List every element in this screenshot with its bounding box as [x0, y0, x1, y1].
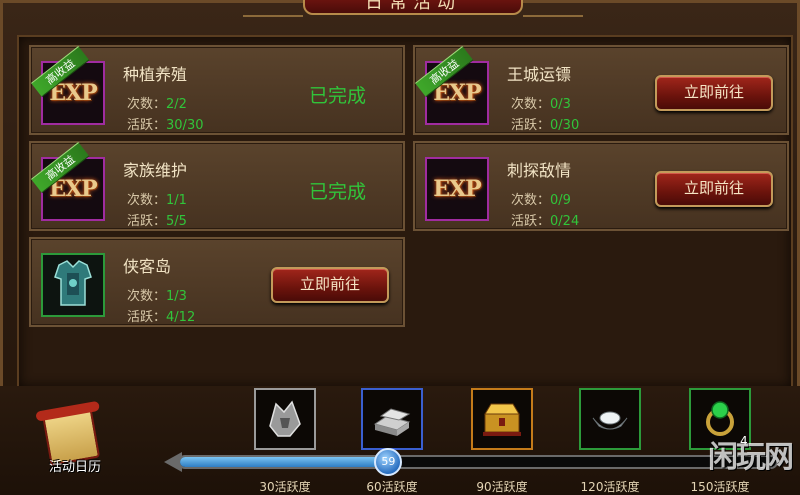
go-now-button[interactable]: 立即前往 — [655, 171, 773, 207]
reward-threshold-label: 60活跃度 — [366, 480, 418, 494]
activity-name: 侠客岛 — [123, 257, 172, 276]
activity-name: 家族维护 — [123, 161, 188, 180]
activity-active: 活跃：4/12 — [127, 310, 196, 325]
title-decoration — [243, 3, 303, 17]
activity-card: 侠客岛 次数：1/3 活跃：4/12 立即前往 — [29, 237, 405, 327]
activity-card: EXP 高收益 家族维护 次数：1/1 活跃：5/5 已完成 — [29, 141, 405, 231]
completed-status: 已完成 — [309, 181, 367, 203]
activity-count: 次数：2/2 — [127, 97, 187, 112]
silver-ingot-icon[interactable] — [579, 388, 641, 450]
exp-icon: EXP — [425, 157, 489, 221]
activity-active: 活跃：30/30 — [127, 118, 204, 133]
window-title: 日常活动 — [303, 0, 523, 15]
activity-card: EXP 刺探敌情 次数：0/9 活跃：0/24 立即前往 — [413, 141, 789, 231]
calendar-label: 活动日历 — [48, 460, 101, 475]
activity-count: 次数：0/3 — [511, 97, 571, 112]
activity-count: 次数：1/3 — [127, 289, 187, 304]
activity-progress-bar — [178, 455, 778, 469]
activity-name: 种植养殖 — [123, 65, 188, 84]
activity-list-panel: EXP 高收益 种植养殖 次数：2/2 活跃：30/30 已完成 EXP 高收益… — [17, 35, 793, 389]
completed-status: 已完成 — [309, 85, 367, 107]
activity-active: 活跃：0/30 — [511, 118, 580, 133]
activity-active: 活跃：0/24 — [511, 214, 580, 229]
go-now-button[interactable]: 立即前往 — [271, 267, 389, 303]
activity-count: 次数：1/1 — [127, 193, 187, 208]
activity-card: EXP 高收益 王城运镖 次数：0/3 活跃：0/30 立即前往 — [413, 45, 789, 135]
activity-name: 刺探敌情 — [507, 161, 572, 180]
treasure-chest-icon[interactable] — [471, 388, 533, 450]
title-decoration — [523, 3, 583, 17]
site-watermark: 闲玩网 — [708, 440, 794, 475]
silver-bars-icon[interactable] — [361, 388, 423, 450]
armor-icon — [41, 253, 105, 317]
reward-threshold-label: 150活跃度 — [690, 480, 750, 494]
crest-icon[interactable] — [254, 388, 316, 450]
progress-fill — [180, 457, 391, 467]
activity-count: 次数：0/9 — [511, 193, 571, 208]
activity-calendar-button[interactable]: 活动日历 — [36, 404, 114, 484]
go-now-button[interactable]: 立即前往 — [655, 75, 773, 111]
reward-threshold-label: 30活跃度 — [259, 480, 311, 494]
activity-card: EXP 高收益 种植养殖 次数：2/2 活跃：30/30 已完成 — [29, 45, 405, 135]
activity-active: 活跃：5/5 — [127, 214, 187, 229]
reward-threshold-label: 120活跃度 — [580, 480, 640, 494]
reward-threshold-label: 90活跃度 — [476, 480, 528, 494]
activity-name: 王城运镖 — [507, 65, 572, 84]
